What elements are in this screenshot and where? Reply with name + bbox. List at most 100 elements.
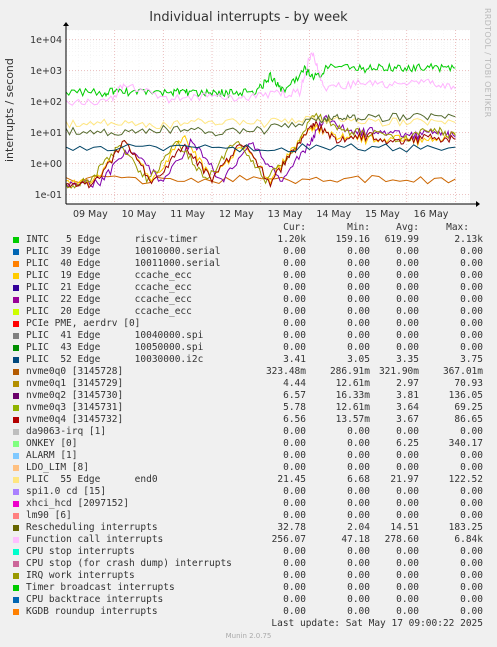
legend-max-value: 2.13k [454, 234, 483, 245]
legend-series-name: PLIC 19 Edge ccache_ecc [26, 270, 192, 281]
legend-cur-value: 6.57 [283, 390, 306, 401]
legend-max-value: 0.00 [460, 510, 483, 521]
y-tick-label: 1e+01 [30, 128, 62, 139]
legend-swatch [13, 273, 19, 279]
y-tick-label: 1e+04 [30, 35, 62, 46]
legend-cur-value: 0.00 [283, 486, 306, 497]
legend-max-value: 0.00 [460, 594, 483, 605]
legend-max-value: 0.00 [460, 462, 483, 473]
legend-series-name: PLIC 40 Edge 10011000.serial [26, 258, 221, 269]
legend-series-name: nvme0q3 [3145731] [26, 402, 124, 413]
legend-swatch [13, 573, 19, 579]
x-tick-label: 15 May [365, 209, 400, 220]
legend-max-value: 70.93 [454, 378, 483, 389]
x-tick-label: 13 May [268, 209, 303, 220]
legend-series-name: Timer broadcast interrupts [26, 582, 175, 593]
legend-cur-value: 0.00 [283, 582, 306, 593]
legend-row: KGDB roundup interrupts 0.00 0.00 0.00 0.00 [0, 606, 497, 618]
legend-cur-value: 21.45 [277, 474, 306, 485]
munin-version: Munin 2.0.75 [225, 632, 272, 640]
col-max: Max: [446, 222, 469, 233]
y-tick-label: 1e+00 [30, 159, 62, 170]
legend-cur-value: 0.00 [283, 282, 306, 293]
legend-row: spi1.0 cd [15] 0.00 0.00 0.00 0.00 [0, 486, 497, 498]
legend-series-name: spi1.0 cd [15] [26, 486, 107, 497]
legend-row: CPU stop (for crash dump) interrupts 0.00… [0, 558, 497, 570]
legend-swatch [13, 237, 19, 243]
col-cur: Cur: [283, 222, 306, 233]
legend-max-value: 0.00 [460, 498, 483, 509]
legend-cur-value: 0.00 [283, 318, 306, 329]
y-axis-arrow [63, 22, 69, 26]
legend-swatch [13, 501, 19, 507]
legend-row: xhci_hcd [2097152] 0.00 0.00 0.00 0.00 [0, 498, 497, 510]
legend-row: nvme0q3 [3145731] 5.78 12.61m 3.64 69.25 [0, 402, 497, 414]
legend-max-value: 136.05 [448, 390, 483, 401]
legend-max-value: 340.17 [448, 438, 483, 449]
legend-swatch [13, 597, 19, 603]
legend-avg-value: 0.00 [396, 462, 419, 473]
legend-max-value: 0.00 [460, 330, 483, 341]
legend-series-name: KGDB roundup interrupts [26, 606, 158, 617]
legend-avg-value: 0.00 [396, 426, 419, 437]
legend-avg-value: 0.00 [396, 342, 419, 353]
legend-row: Rescheduling interrupts 32.78 2.04 14.51 183… [0, 522, 497, 534]
legend-avg-value: 0.00 [396, 510, 419, 521]
x-tick-label: 14 May [316, 209, 351, 220]
legend-series-name: PLIC 52 Edge 10030000.i2c [26, 354, 204, 365]
legend-row: nvme0q4 [3145732] 6.56 13.57m 3.67 86.65 [0, 414, 497, 426]
legend-avg-value: 3.64 [396, 402, 419, 413]
x-tick-label: 12 May [219, 209, 254, 220]
y-tick-label: 1e+03 [30, 66, 62, 77]
y-tick-label: 1e+02 [30, 97, 62, 108]
legend-cur-value: 0.00 [283, 294, 306, 305]
legend-avg-value: 0.00 [396, 246, 419, 257]
legend-row: PLIC 43 Edge 10050000.spi 0.00 0.00 0.00 0.0… [0, 342, 497, 354]
legend-max-value: 0.00 [460, 426, 483, 437]
legend-cur-value: 0.00 [283, 270, 306, 281]
legend-cur-value: 0.00 [283, 258, 306, 269]
legend-avg-value: 0.00 [396, 486, 419, 497]
legend-max-value: 3.75 [460, 354, 483, 365]
legend-cur-value: 5.78 [283, 402, 306, 413]
legend-avg-value: 2.97 [396, 378, 419, 389]
legend-series-name: ONKEY [0] [26, 438, 78, 449]
legend-cur-value: 323.48m [265, 366, 306, 377]
last-update: Last update: Sat May 17 09:00:22 2025 [271, 618, 483, 629]
legend-cur-value: 0.00 [283, 246, 306, 257]
legend-row: PLIC 40 Edge 10011000.serial 0.00 0.00 0.00… [0, 258, 497, 270]
legend-max-value: 0.00 [460, 318, 483, 329]
legend-swatch [13, 321, 19, 327]
legend-avg-value: 0.00 [396, 606, 419, 617]
legend-swatch [13, 477, 19, 483]
legend-max-value: 0.00 [460, 270, 483, 281]
legend-swatch [13, 249, 19, 255]
legend-cur-value: 0.00 [283, 546, 306, 557]
legend-avg-value: 0.00 [396, 582, 419, 593]
x-tick-labels: 09 May 10 May 11 May 12 May 13 May 14 May 15 M… [73, 209, 449, 220]
legend-header: Cur: Min: Avg: Max: [0, 222, 497, 234]
legend-avg-value: 0.00 [396, 330, 419, 341]
legend-series-name: Rescheduling interrupts [26, 522, 158, 533]
legend-cur-value: 0.00 [283, 426, 306, 437]
legend-swatch [13, 309, 19, 315]
legend-swatch [13, 381, 19, 387]
legend-swatch [13, 357, 19, 363]
legend-max-value: 0.00 [460, 486, 483, 497]
legend-avg-value: 0.00 [396, 306, 419, 317]
legend-swatch [13, 609, 19, 615]
legend-swatch [13, 561, 19, 567]
x-axis-arrow [476, 201, 480, 207]
legend-series-name: PLIC 41 Edge 10040000.spi [26, 330, 204, 341]
legend-series-name: ALARM [1] [26, 450, 78, 461]
legend-swatch [13, 333, 19, 339]
legend-cur-value: 0.00 [283, 570, 306, 581]
legend-swatch [13, 261, 19, 267]
legend-max-value: 0.00 [460, 282, 483, 293]
legend-row: PLIC 39 Edge 10010000.serial 0.00 0.00 0.00… [0, 246, 497, 258]
legend-max-value: 86.65 [454, 414, 483, 425]
legend-max-value: 0.00 [460, 450, 483, 461]
legend-max-value: 6.84k [454, 534, 483, 545]
legend-avg-value: 14.51 [390, 522, 419, 533]
legend-cur-value: 0.00 [283, 510, 306, 521]
